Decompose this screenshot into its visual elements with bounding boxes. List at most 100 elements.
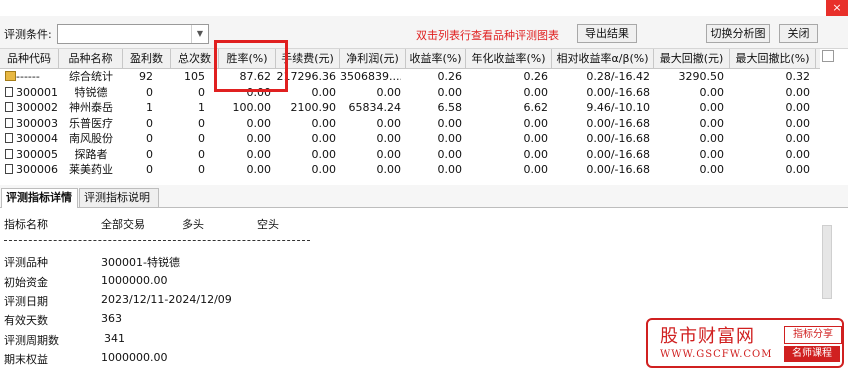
table-cell-name: 南风股份 <box>69 132 113 145</box>
table-cell-winrate: 0.00 <box>246 116 272 130</box>
table-cell-code: 300005 <box>16 147 58 161</box>
table-cell-annual: 0.00 <box>523 132 549 145</box>
table-row[interactable]: 300002 神州泰岳 1 1 100.00 2100.90 65834.24 6.58 6.6… <box>0 100 820 115</box>
file-icon <box>5 148 13 159</box>
winrate-highlight-box <box>214 40 288 92</box>
col-header-annual-return[interactable]: 年化收益率(%) <box>466 49 552 68</box>
col-header-code[interactable]: 品种代码 <box>0 49 59 68</box>
window-close-icon[interactable]: × <box>826 0 848 16</box>
col-header-name[interactable]: 品种名称 <box>59 49 123 68</box>
condition-label: 评测条件: <box>4 28 52 41</box>
table-cell-rel: 0.00/-16.68 <box>586 85 650 99</box>
table-cell-code: ------ <box>16 70 40 83</box>
table-cell-code: 300002 <box>16 101 58 114</box>
col-header-max-drawdown-ratio[interactable]: 最大回撤比(%) <box>730 49 816 68</box>
table-cell-ddr: 0.32 <box>785 70 811 83</box>
table-cell-rel: 0.00/-16.68 <box>586 132 650 145</box>
tab-metric-explanation[interactable]: 评测指标说明 <box>79 188 159 207</box>
col-header-wins[interactable]: 盈利数 <box>123 49 171 68</box>
table-cell-profit: 0.00 <box>376 147 402 161</box>
table-row[interactable]: 300003 乐普医疗 0 0 0.00 0.00 0.00 0.00 0.00 0.00/-16… <box>0 116 820 131</box>
table-row[interactable]: 300001 特锐德 0 0 0.00 0.00 0.00 0.00 0.00 0.00/-16.… <box>0 85 820 100</box>
col-header-return[interactable]: 收益率(%) <box>406 49 466 68</box>
table-cell-fee: 0.00 <box>311 116 337 130</box>
grid-scrollbar[interactable] <box>822 50 834 62</box>
detail-header-short: 空头 <box>257 218 279 231</box>
watermark-tag-courses: 名师课程 <box>784 346 840 362</box>
col-header-relative-return[interactable]: 相对收益率α/β(%) <box>552 49 654 68</box>
folder-icon <box>5 71 16 81</box>
table-cell-profit: 0.00 <box>376 132 402 145</box>
table-cell-wins: 1 <box>146 101 153 114</box>
table-cell-profit: 65834.24 <box>348 101 402 114</box>
detail-header-long: 多头 <box>182 218 204 231</box>
table-cell-ddr: 0.00 <box>785 163 811 176</box>
table-cell-ddr: 0.00 <box>785 85 811 99</box>
col-header-profit[interactable]: 净利润(元) <box>340 49 406 68</box>
table-header: 品种代码 品种名称 盈利数 总次数 胜率(%) 手续费(元) 净利润(元) 收益… <box>0 49 820 69</box>
table-row[interactable]: ------ 综合统计 92 105 87.62 217296.36 3506839....… <box>0 69 820 84</box>
detail-value: 300001-特锐德 <box>101 256 180 269</box>
export-results-button[interactable]: 导出结果 <box>577 24 637 43</box>
switch-chart-button[interactable]: 切换分析图 <box>706 24 770 43</box>
table-row[interactable]: 300005 探路者 0 0 0.00 0.00 0.00 0.00 0.00 0.00/-16.… <box>0 147 820 162</box>
condition-combobox[interactable]: ▼ <box>57 24 209 44</box>
detail-label: 评测周期数 <box>4 334 59 347</box>
title-bar: × <box>0 0 848 16</box>
table-cell-total: 0 <box>198 147 205 161</box>
table-cell-wins: 0 <box>146 163 153 176</box>
table-cell-total: 1 <box>198 101 205 114</box>
table-cell-fee: 2100.90 <box>290 101 337 114</box>
table-cell-fee: 0.00 <box>311 147 337 161</box>
toolbar: 评测条件: ▼ 双击列表行查看品种评测图表 导出结果 切换分析图 关闭 <box>0 16 848 49</box>
table-cell-ret: 0.26 <box>437 70 463 83</box>
table-cell-total: 0 <box>198 85 205 99</box>
col-header-total[interactable]: 总次数 <box>171 49 219 68</box>
table-cell-total: 0 <box>198 163 205 176</box>
table-cell-annual: 0.26 <box>523 70 549 83</box>
table-cell-ddr: 0.00 <box>785 101 811 114</box>
table-cell-ddr: 0.00 <box>785 116 811 130</box>
table-cell-fee: 0.00 <box>311 163 337 176</box>
table-cell-name: 特锐德 <box>74 85 108 99</box>
table-cell-rel: 9.46/-10.10 <box>586 101 650 114</box>
table-cell-annual: 6.62 <box>523 101 549 114</box>
table-cell-rel: 0.00/-16.68 <box>586 147 650 161</box>
table-cell-ret: 0.00 <box>437 116 463 130</box>
table-cell-wins: 92 <box>139 70 153 83</box>
detail-scrollbar[interactable] <box>822 225 832 299</box>
table-cell-fee: 0.00 <box>311 132 337 145</box>
col-header-max-drawdown[interactable]: 最大回撤(元) <box>654 49 730 68</box>
file-icon <box>5 86 13 97</box>
table-cell-winrate: 0.00 <box>246 147 272 161</box>
table-cell-profit: 0.00 <box>376 116 402 130</box>
detail-value: 1000000.00 <box>101 274 168 287</box>
chevron-down-icon[interactable]: ▼ <box>191 25 208 43</box>
table-cell-name: 探路者 <box>74 147 108 161</box>
table-cell-ret: 0.00 <box>437 163 463 176</box>
table-cell-ddr: 0.00 <box>785 147 811 161</box>
detail-label: 有效天数 <box>4 314 48 327</box>
table-cell-code: 300004 <box>16 132 58 145</box>
detail-value: 2023/12/11-2024/12/09 <box>101 293 232 306</box>
tab-metric-details[interactable]: 评测指标详情 <box>1 188 78 208</box>
table-row[interactable]: 300004 南风股份 0 0 0.00 0.00 0.00 0.00 0.00 0.00/-16… <box>0 131 820 146</box>
table-cell-dd: 0.00 <box>699 132 725 145</box>
table-cell-total: 105 <box>184 70 205 83</box>
table-cell-dd: 0.00 <box>699 147 725 161</box>
table-cell-total: 0 <box>198 132 205 145</box>
table-cell-code: 300006 <box>16 163 58 176</box>
table-cell-ret: 0.00 <box>437 132 463 145</box>
close-button[interactable]: 关闭 <box>779 24 818 43</box>
detail-tabs: 评测指标详情 评测指标说明 <box>0 185 848 208</box>
table-cell-name: 莱美药业 <box>69 163 113 176</box>
table-cell-wins: 0 <box>146 85 153 99</box>
detail-header-name: 指标名称 <box>4 218 48 231</box>
detail-label: 评测品种 <box>4 256 48 269</box>
detail-value: 341 <box>104 332 125 345</box>
table-cell-rel: 0.00/-16.68 <box>586 116 650 130</box>
double-click-hint: 双击列表行查看品种评测图表 <box>416 29 559 42</box>
table-cell-dd: 0.00 <box>699 85 725 99</box>
results-table: 品种代码 品种名称 盈利数 总次数 胜率(%) 手续费(元) 净利润(元) 收益… <box>0 49 848 182</box>
table-row[interactable]: 300006 莱美药业 0 0 0.00 0.00 0.00 0.00 0.00 0.00/-16… <box>0 162 820 177</box>
